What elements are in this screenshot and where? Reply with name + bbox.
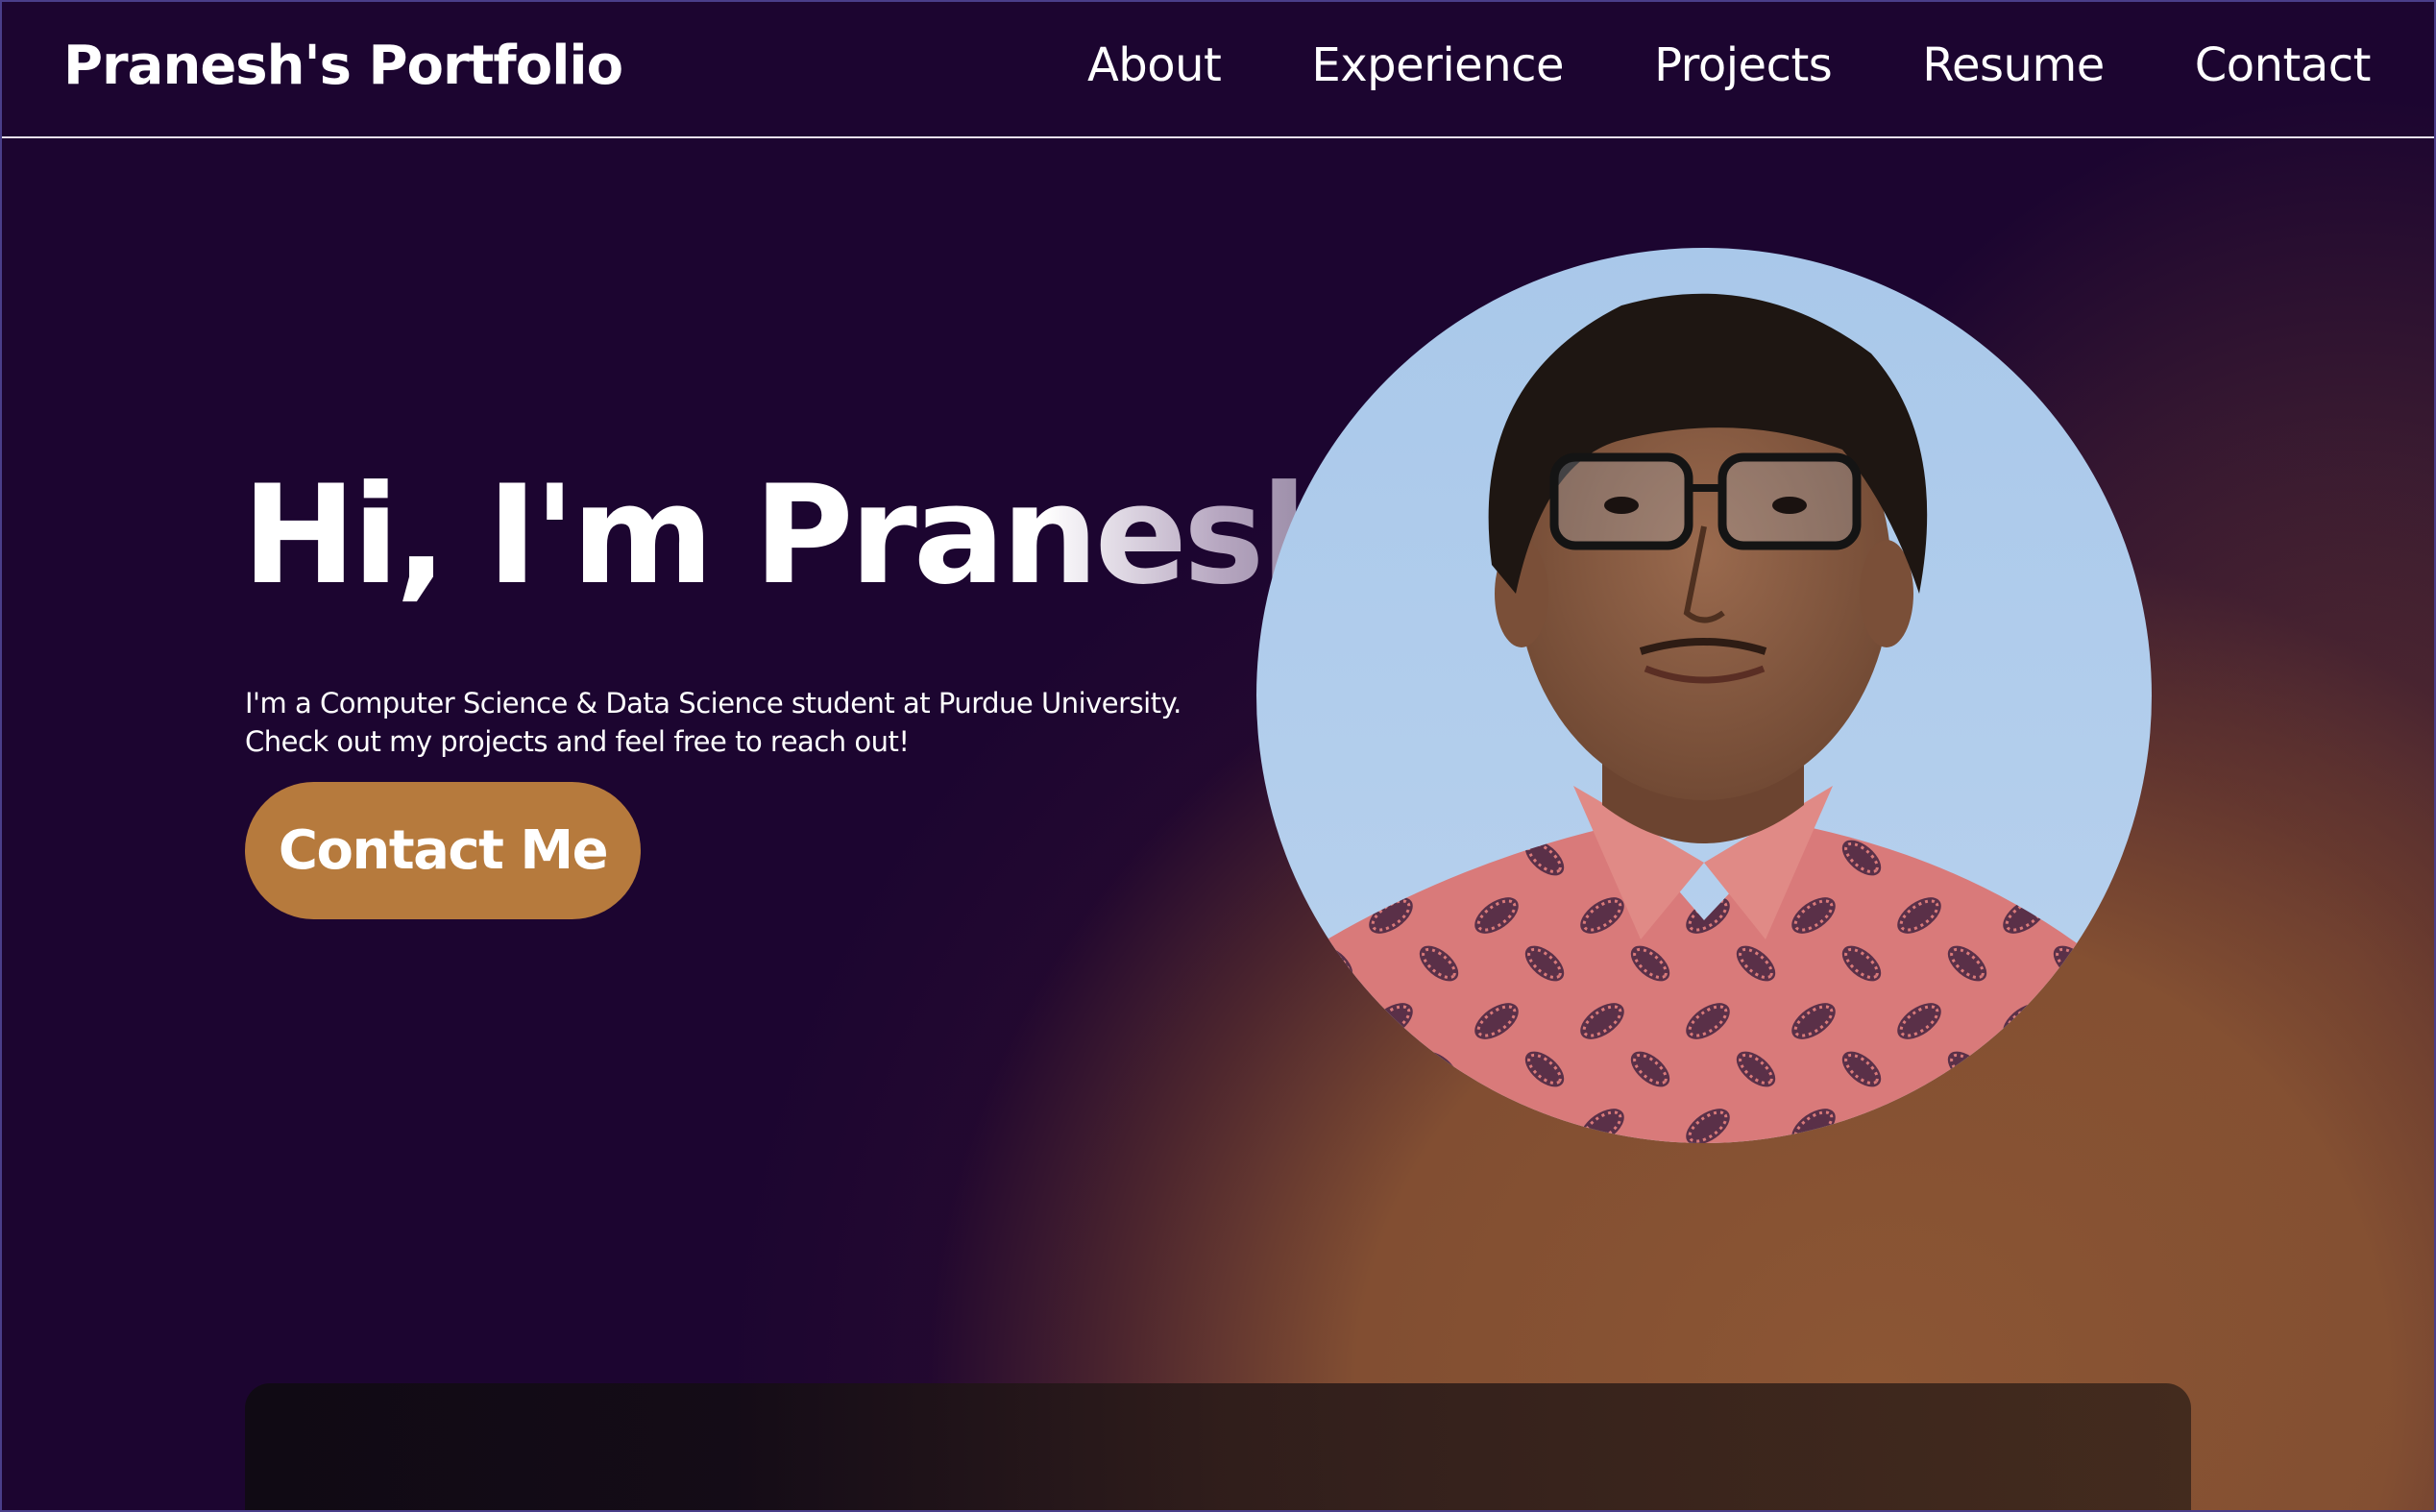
hero-description-line-2: Check out my projects and feel free to r… xyxy=(245,725,910,758)
contact-me-button[interactable]: Contact Me xyxy=(245,782,641,919)
profile-photo xyxy=(1256,248,2152,1143)
brand-logo-text[interactable]: Pranesh's Portfolio xyxy=(63,35,623,97)
hero-description-line-1: I'm a Computer Science & Data Science st… xyxy=(245,687,1181,719)
nav-link-resume[interactable]: Resume xyxy=(1922,38,2105,92)
hero-description: I'm a Computer Science & Data Science st… xyxy=(245,684,1225,761)
portfolio-page: Pranesh's Portfolio About Experience Pro… xyxy=(0,0,2436,1512)
navbar: Pranesh's Portfolio About Experience Pro… xyxy=(0,0,2436,138)
hero-title: Hi, I'm Pranesh xyxy=(242,456,1358,615)
nav-link-contact[interactable]: Contact xyxy=(2195,38,2372,92)
content-card xyxy=(245,1383,2191,1512)
nav-link-about[interactable]: About xyxy=(1087,38,1222,92)
nav-links: About Experience Projects Resume Contact xyxy=(1087,38,2372,92)
profile-photo-illustration xyxy=(1256,248,2152,1143)
nav-link-projects[interactable]: Projects xyxy=(1654,38,1833,92)
nav-link-experience[interactable]: Experience xyxy=(1311,38,1564,92)
